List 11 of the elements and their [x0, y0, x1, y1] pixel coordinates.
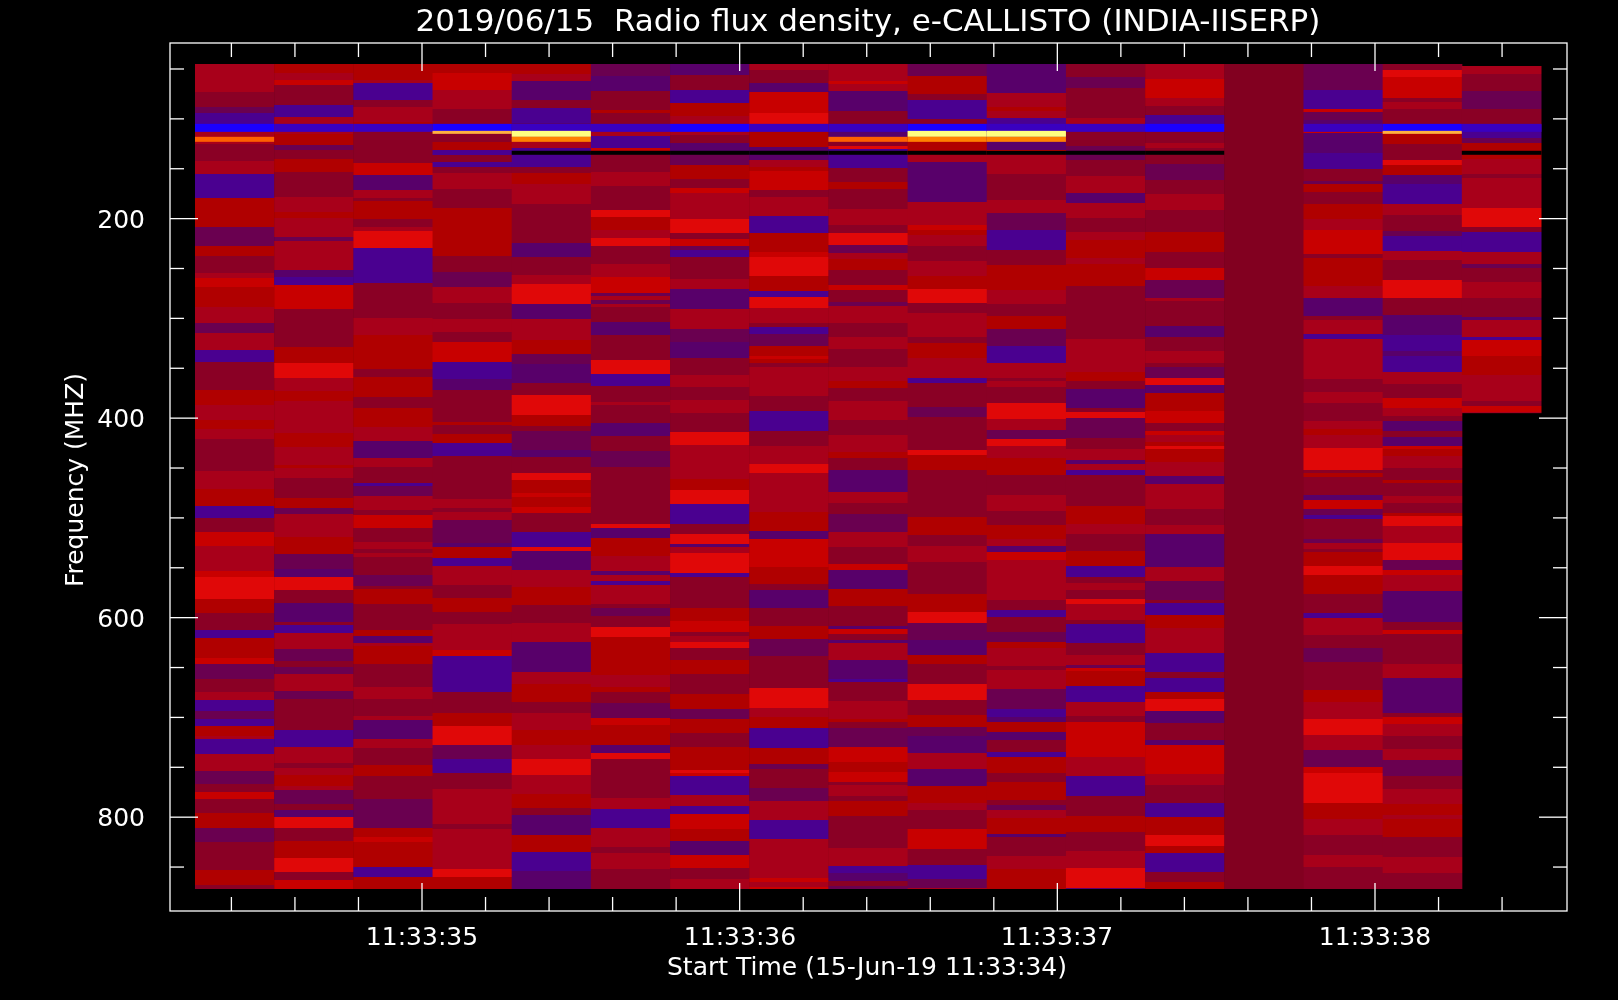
x-tick-label: 11:33:37 — [1000, 922, 1114, 951]
x-tick-label: 11:33:36 — [683, 922, 797, 951]
x-axis-label: Start Time (15-Jun-19 11:33:34) — [667, 952, 1067, 981]
x-tick-label: 11:33:35 — [365, 922, 479, 951]
y-axis-label: Frequency (MHZ) — [60, 372, 89, 588]
chart-title: 2019/06/15 Radio flux density, e-CALLISTO (INDIA-IISERP) — [415, 2, 1321, 38]
x-tick-label: 11:33:38 — [1318, 922, 1432, 951]
y-tick-label: 600 — [97, 603, 145, 633]
y-tick-label: 200 — [97, 204, 145, 234]
y-tick-label: 800 — [97, 803, 145, 833]
y-tick-label: 400 — [97, 404, 145, 434]
